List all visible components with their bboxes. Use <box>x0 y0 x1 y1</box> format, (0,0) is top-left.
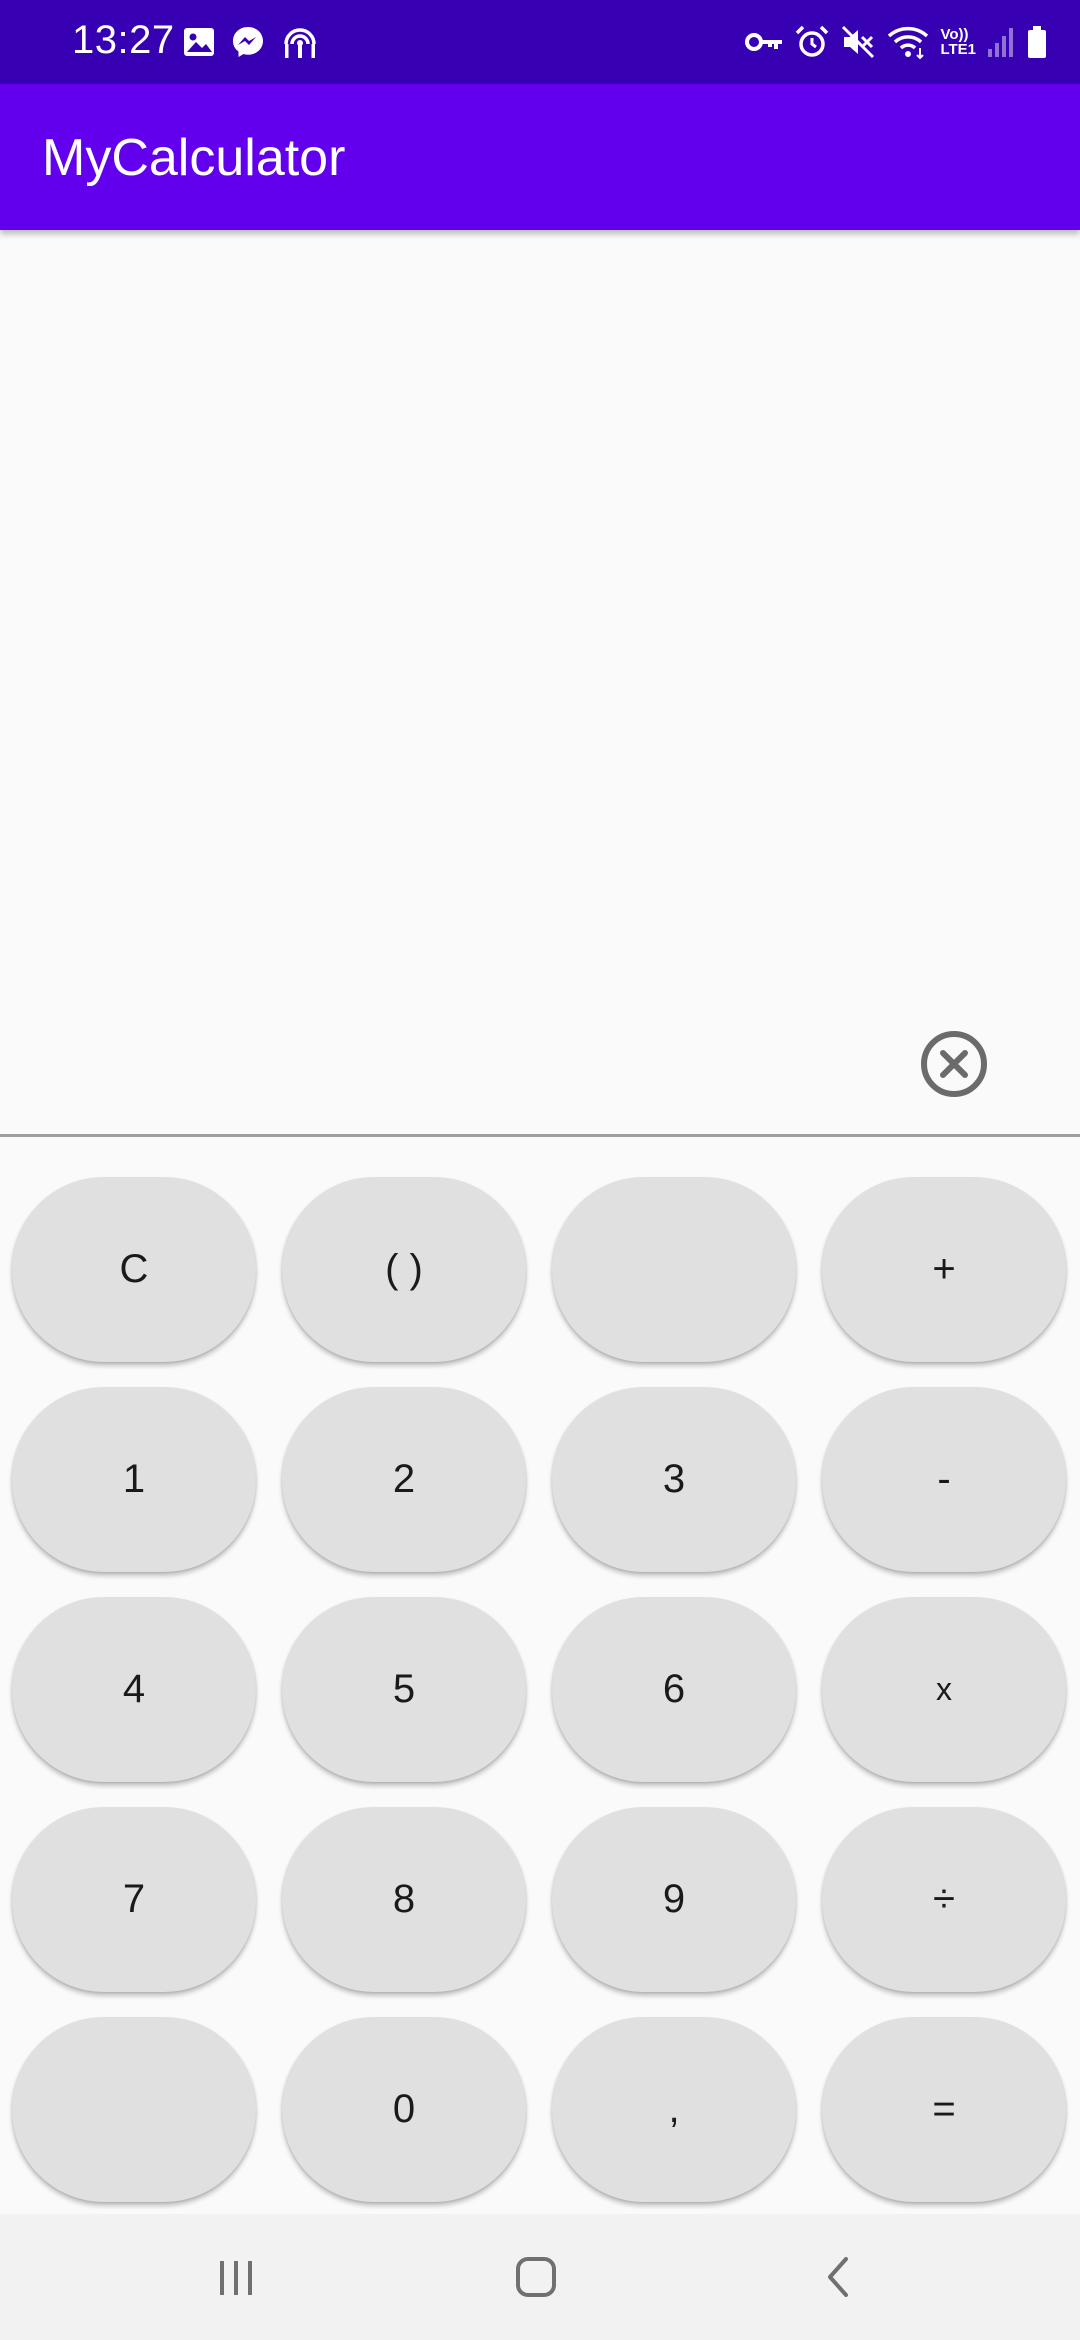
home-icon <box>516 2257 556 2297</box>
lte-line2: LTE1 <box>940 41 976 58</box>
lte-line1: Vo)) <box>940 26 969 43</box>
key-7[interactable]: 7 <box>12 1807 256 1992</box>
wifi-icon <box>888 26 929 60</box>
key-1[interactable]: 1 <box>12 1387 256 1572</box>
back-icon <box>828 2257 848 2297</box>
nav-bar <box>0 2214 1080 2340</box>
key-label: - <box>937 1457 951 1501</box>
key-divide[interactable]: ÷ <box>822 1807 1066 1992</box>
key-label: 3 <box>662 1457 686 1501</box>
recents-button[interactable] <box>196 2244 276 2310</box>
status-right-icons: Vo)) LTE1 <box>744 18 1048 66</box>
key-label: ( ) <box>385 1247 423 1291</box>
key-label: 2 <box>392 1457 416 1501</box>
key-clear[interactable]: C <box>12 1177 256 1362</box>
key-label: + <box>932 1247 956 1291</box>
volte-lte-icon: Vo)) LTE1 <box>940 27 976 57</box>
key-comma[interactable]: , <box>552 2017 796 2202</box>
key-blank[interactable] <box>552 1177 796 1362</box>
key-label: ÷ <box>933 1877 955 1921</box>
clear-circle-icon[interactable] <box>920 1030 988 1098</box>
key-9[interactable]: 9 <box>552 1807 796 1992</box>
mute-icon <box>842 25 875 59</box>
key-label: C <box>119 1247 149 1291</box>
calculator-screen: 13:27 Vo)) LTE1 MyCalculator C () + 1 2… <box>0 0 1080 2340</box>
key-multiply[interactable]: x <box>822 1597 1066 1782</box>
key-0[interactable]: 0 <box>282 2017 526 2202</box>
recents-icon <box>220 2261 252 2295</box>
vpn-key-icon <box>745 33 783 51</box>
key-label: x <box>936 1671 952 1707</box>
key-6[interactable]: 6 <box>552 1597 796 1782</box>
status-time: 13:27 <box>72 18 175 62</box>
key-label: 0 <box>392 2087 416 2131</box>
hotspot-icon <box>284 28 316 58</box>
key-plus[interactable]: + <box>822 1177 1066 1362</box>
messenger-icon <box>233 27 263 57</box>
key-blank-bottom[interactable] <box>12 2017 256 2202</box>
key-2[interactable]: 2 <box>282 1387 526 1572</box>
display-divider <box>0 1134 1080 1137</box>
image-icon <box>184 28 214 56</box>
home-button[interactable] <box>496 2244 576 2310</box>
alarm-icon <box>796 25 829 57</box>
key-label: , <box>668 2087 680 2131</box>
key-label: 6 <box>662 1667 686 1711</box>
key-minus[interactable]: - <box>822 1387 1066 1572</box>
key-label: 7 <box>122 1877 146 1921</box>
key-label: 1 <box>122 1457 146 1501</box>
battery-icon <box>1028 26 1046 58</box>
back-button[interactable] <box>798 2244 878 2310</box>
key-label: 4 <box>122 1667 146 1711</box>
calculator-display[interactable] <box>0 230 1080 1136</box>
key-parentheses[interactable]: ( ) <box>282 1177 526 1362</box>
key-8[interactable]: 8 <box>282 1807 526 1992</box>
key-label: 5 <box>392 1667 416 1711</box>
key-label: = <box>932 2087 956 2131</box>
app-bar: MyCalculator <box>0 84 1080 230</box>
key-4[interactable]: 4 <box>12 1597 256 1782</box>
app-title: MyCalculator <box>42 129 346 187</box>
key-equals[interactable]: = <box>822 2017 1066 2202</box>
key-label: 9 <box>662 1877 686 1921</box>
signal-icon <box>988 28 1013 57</box>
status-bar: 13:27 Vo)) LTE1 <box>0 0 1080 84</box>
key-3[interactable]: 3 <box>552 1387 796 1572</box>
key-5[interactable]: 5 <box>282 1597 526 1782</box>
key-label: 8 <box>392 1877 416 1921</box>
status-left-icons <box>182 20 320 64</box>
